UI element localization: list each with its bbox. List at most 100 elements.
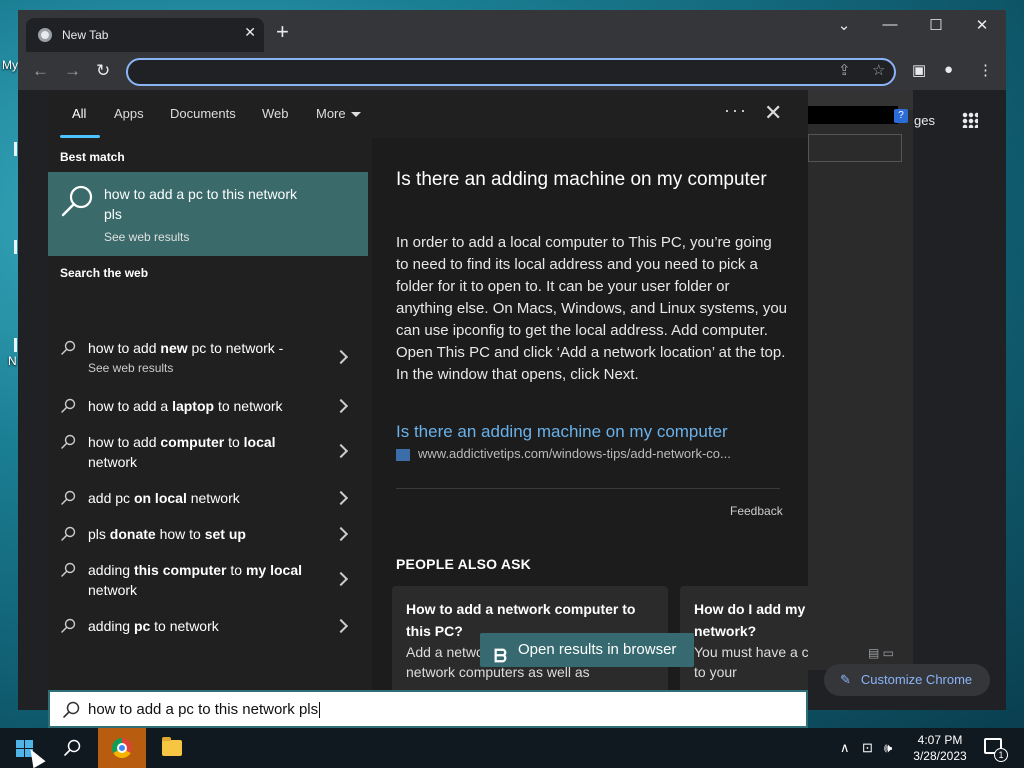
search-icon bbox=[61, 526, 76, 541]
customize-chrome-button[interactable]: ✎ Customize Chrome bbox=[824, 664, 990, 696]
chevron-right-icon[interactable] bbox=[333, 526, 349, 542]
google-apps-grid-icon[interactable] bbox=[962, 112, 978, 128]
desktop-icon[interactable] bbox=[14, 142, 17, 156]
web-suggestion-text: how to add computer to local network bbox=[88, 434, 276, 470]
close-window-button[interactable]: ✕ bbox=[962, 16, 1002, 34]
clock-time: 4:07 PM bbox=[917, 733, 963, 747]
browser-toolbar: ← → ↻ ⇪ ☆ ▣ ● ⋮ bbox=[18, 52, 1006, 90]
divider bbox=[396, 488, 780, 489]
desktop-icon[interactable] bbox=[14, 338, 17, 352]
answer-body: In order to add a local computer to This… bbox=[396, 234, 788, 383]
feedback-link[interactable]: Feedback bbox=[730, 504, 783, 518]
tab-apps[interactable]: Apps bbox=[114, 106, 144, 121]
bookmark-star-icon[interactable]: ☆ bbox=[872, 61, 885, 79]
chrome-tab-icon bbox=[38, 28, 52, 42]
caret-down-icon bbox=[350, 112, 361, 118]
background-window-dropdown bbox=[808, 106, 898, 124]
search-icon bbox=[61, 434, 76, 449]
more-options-icon[interactable]: ··· bbox=[724, 100, 748, 121]
web-suggestion-text: pls donate how to set up bbox=[88, 526, 246, 542]
share-icon[interactable]: ⇪ bbox=[838, 61, 851, 79]
tab-more[interactable]: More bbox=[316, 106, 361, 121]
taskbar-search-box[interactable]: how to add a pc to this network pls bbox=[48, 690, 808, 728]
browser-tab[interactable]: New Tab ✕ bbox=[26, 18, 264, 52]
web-suggestion-subtitle: See web results bbox=[88, 361, 174, 375]
desktop-icon[interactable] bbox=[14, 240, 17, 254]
answer-source-url[interactable]: www.addictivetips.com/windows-tips/add-n… bbox=[396, 446, 731, 461]
tab-web[interactable]: Web bbox=[262, 106, 289, 121]
back-arrow-icon[interactable]: ← bbox=[32, 61, 49, 81]
search-icon bbox=[61, 398, 76, 413]
text-cursor bbox=[319, 702, 321, 719]
bing-icon: ᗷ bbox=[494, 646, 507, 666]
clock[interactable]: 4:07 PM 3/28/2023 bbox=[900, 732, 980, 764]
chevron-right-icon[interactable] bbox=[333, 443, 349, 459]
close-icon[interactable]: ✕ bbox=[764, 100, 782, 126]
network-icon[interactable]: ⊡ bbox=[862, 740, 873, 756]
tab-close-icon[interactable]: ✕ bbox=[244, 24, 256, 41]
answer-url-text: www.addictivetips.com/windows-tips/add-n… bbox=[418, 446, 731, 461]
people-also-ask-heading: PEOPLE ALSO ASK bbox=[396, 556, 531, 572]
maximize-button[interactable]: ☐ bbox=[916, 16, 956, 34]
taskbar-search-button[interactable] bbox=[48, 728, 96, 768]
background-window-input bbox=[808, 134, 902, 162]
address-bar[interactable] bbox=[126, 58, 896, 86]
taskbar-chrome-button[interactable] bbox=[98, 728, 146, 768]
open-results-in-browser-button[interactable]: ᗷ Open results in browser bbox=[480, 633, 694, 667]
chevron-right-icon[interactable] bbox=[333, 490, 349, 506]
search-filter-tabs: All Apps Documents Web More ··· ✕ bbox=[48, 90, 808, 138]
site-favicon-icon bbox=[396, 448, 410, 461]
search-web-heading: Search the web bbox=[60, 266, 149, 280]
tab-more-label: More bbox=[316, 106, 346, 121]
desktop-icon-label[interactable]: My bbox=[2, 58, 18, 72]
web-suggestion-text: adding this computer to my local network bbox=[88, 562, 303, 598]
search-input[interactable]: how to add a pc to this network pls bbox=[88, 701, 321, 719]
paa-answer: You must have a computer connected to yo… bbox=[694, 644, 808, 680]
show-hidden-icons-chevron-icon[interactable]: ∧ bbox=[840, 740, 850, 756]
tab-strip: New Tab ✕ + ⌄ — ☐ ✕ bbox=[18, 10, 1006, 52]
results-list: Best match how to add a pc to this netwo… bbox=[48, 138, 370, 690]
chevron-right-icon[interactable] bbox=[333, 571, 349, 587]
menu-dots-icon[interactable]: ⋮ bbox=[978, 61, 993, 79]
search-icon bbox=[61, 562, 76, 577]
folder-icon bbox=[162, 737, 182, 756]
taskbar: ∧ ⊡ 🕪 4:07 PM 3/28/2023 1 bbox=[0, 728, 1024, 768]
forward-arrow-icon[interactable]: → bbox=[64, 61, 81, 81]
answer-source-link[interactable]: Is there an adding machine on my compute… bbox=[396, 422, 728, 442]
side-panel-icon[interactable]: ▣ bbox=[912, 61, 926, 79]
minimize-button[interactable]: — bbox=[870, 16, 910, 33]
clock-date: 3/28/2023 bbox=[913, 749, 967, 763]
search-icon bbox=[61, 185, 93, 217]
search-icon bbox=[61, 618, 76, 633]
images-link[interactable]: ges bbox=[914, 113, 935, 128]
search-icon bbox=[61, 490, 76, 505]
profile-icon[interactable]: ● bbox=[944, 61, 953, 78]
new-tab-button[interactable]: + bbox=[276, 21, 289, 43]
desktop-icon-label[interactable]: N bbox=[8, 354, 17, 368]
chrome-icon bbox=[112, 738, 132, 758]
tab-all[interactable]: All bbox=[72, 106, 86, 121]
reload-icon[interactable]: ↻ bbox=[96, 61, 110, 81]
paa-card[interactable]: How do I add my PC to my Linksys network… bbox=[680, 586, 808, 690]
taskbar-file-explorer-button[interactable] bbox=[148, 728, 196, 768]
best-match-subtitle: See web results bbox=[104, 230, 190, 244]
tab-documents[interactable]: Documents bbox=[170, 106, 236, 121]
pencil-icon: ✎ bbox=[840, 672, 851, 687]
help-icon[interactable]: ? bbox=[894, 109, 908, 123]
web-suggestion-text: adding pc to network bbox=[88, 618, 219, 634]
search-icon bbox=[64, 739, 81, 756]
best-match-result[interactable]: how to add a pc to this network pls See … bbox=[48, 172, 368, 256]
chevron-right-icon[interactable] bbox=[333, 349, 349, 365]
volume-icon[interactable]: 🕪 bbox=[884, 740, 892, 756]
chevron-right-icon[interactable] bbox=[333, 618, 349, 634]
start-search-panel: All Apps Documents Web More ··· ✕ Best m… bbox=[48, 90, 808, 690]
notification-count-badge: 1 bbox=[994, 748, 1008, 762]
search-icon bbox=[63, 701, 80, 718]
chevron-right-icon[interactable] bbox=[333, 398, 349, 414]
view-toggle-icon[interactable]: ▤ ▭ bbox=[868, 646, 894, 660]
answer-preview-pane: Is there an adding machine on my compute… bbox=[372, 138, 808, 690]
tab-search-chevron-icon[interactable]: ⌄ bbox=[824, 16, 864, 34]
answer-title: Is there an adding machine on my compute… bbox=[396, 169, 767, 190]
web-suggestion-text: how to add a laptop to network bbox=[88, 398, 283, 414]
paa-question: How do I add my PC to my Linksys network… bbox=[694, 601, 808, 639]
